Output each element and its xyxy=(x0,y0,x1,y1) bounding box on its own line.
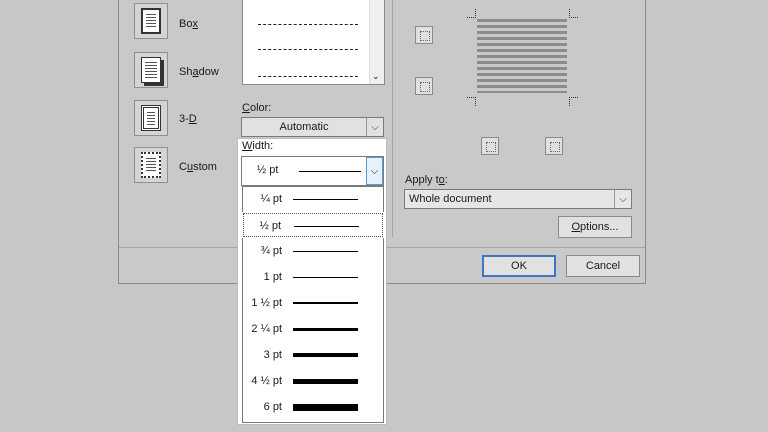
vertical-separator xyxy=(392,0,393,237)
setting-shadow-button[interactable] xyxy=(134,52,168,88)
width-option-line xyxy=(293,328,358,331)
width-option-line xyxy=(293,379,358,384)
preview-corner-bl xyxy=(467,97,476,106)
setting-box-button[interactable] xyxy=(134,3,168,39)
width-option[interactable]: 3 pt xyxy=(243,343,383,367)
ok-button[interactable]: OK xyxy=(482,255,556,277)
width-option-line xyxy=(293,353,358,357)
width-value-line xyxy=(299,171,361,172)
scroll-down-icon[interactable]: ⌄ xyxy=(372,71,380,82)
width-dropdown-value: ½ pt xyxy=(257,164,279,176)
width-option-line xyxy=(294,226,359,227)
width-label: Width: xyxy=(242,140,274,152)
width-option-label: 1 pt xyxy=(263,271,282,283)
width-option-label: ½ pt xyxy=(259,220,281,232)
color-dropdown-value: Automatic xyxy=(279,121,329,133)
width-option[interactable]: ¾ pt xyxy=(243,239,383,263)
width-option[interactable]: 2 ¼ pt xyxy=(243,317,383,341)
style-list[interactable]: ⌄ xyxy=(242,0,385,85)
apply-to-label: Apply to: xyxy=(405,174,448,186)
width-option-label: 2 ¼ pt xyxy=(251,323,282,335)
options-button[interactable]: Options... xyxy=(558,216,632,238)
setting-custom-label[interactable]: Custom xyxy=(179,161,217,173)
width-option-line xyxy=(293,404,358,411)
width-option[interactable]: 1 ½ pt xyxy=(243,291,383,315)
width-option-line xyxy=(293,251,358,252)
left-border-button[interactable] xyxy=(481,137,499,155)
width-dropdown[interactable]: ½ pt ⌵ xyxy=(241,156,384,186)
apply-to-dropdown[interactable]: Whole document ⌵ xyxy=(404,189,632,209)
color-dropdown[interactable]: Automatic ⌵ xyxy=(241,117,384,137)
custom-page-icon xyxy=(141,152,161,178)
style-dash-small-line[interactable] xyxy=(258,49,358,50)
width-option[interactable]: ½ pt xyxy=(242,212,384,238)
width-option-label: 3 pt xyxy=(263,349,282,361)
cancel-button[interactable]: Cancel xyxy=(566,255,640,277)
width-dropdown-list[interactable]: ¼ pt ½ pt ¾ pt 1 pt 1 ½ pt 2 ¼ pt 3 pt 4 ½ pt 6 … xyxy=(242,186,384,423)
width-option-label: ¼ pt xyxy=(260,193,282,205)
width-option[interactable]: 1 pt xyxy=(243,265,383,289)
preview-corner-br xyxy=(569,97,578,106)
style-dashed-line[interactable] xyxy=(258,24,358,25)
width-panel: Width: ½ pt ⌵ ¼ pt ½ pt ¾ pt 1 pt 1 ½ pt 2 ¼ … xyxy=(237,138,387,425)
setting-custom-button[interactable] xyxy=(134,147,168,183)
color-label: Color: xyxy=(242,102,272,114)
box-page-icon xyxy=(141,8,161,34)
width-option-line xyxy=(293,302,358,304)
preview-corner-tl xyxy=(467,9,476,18)
3d-page-icon xyxy=(141,105,161,131)
right-border-button[interactable] xyxy=(545,137,563,155)
width-option[interactable]: 6 pt xyxy=(243,395,383,419)
width-option-line xyxy=(293,199,358,200)
width-option-label: 6 pt xyxy=(263,401,282,413)
preview-page-lines xyxy=(477,19,567,93)
chevron-down-icon[interactable]: ⌵ xyxy=(614,190,631,208)
width-option-label: 4 ½ pt xyxy=(251,375,282,387)
width-option[interactable]: 4 ½ pt xyxy=(243,369,383,393)
width-option[interactable]: ¼ pt xyxy=(243,187,383,211)
setting-shadow-label[interactable]: Shadow xyxy=(179,66,219,78)
chevron-down-icon[interactable]: ⌵ xyxy=(366,118,383,136)
width-option-line xyxy=(293,277,358,278)
shadow-page-icon xyxy=(141,57,161,83)
chevron-down-icon[interactable]: ⌵ xyxy=(366,157,383,185)
apply-to-value: Whole document xyxy=(409,193,492,205)
setting-3d-button[interactable] xyxy=(134,100,168,136)
setting-3d-label[interactable]: 3-D xyxy=(179,113,197,125)
setting-box-label[interactable]: Box xyxy=(179,18,198,30)
style-list-scrollbar[interactable]: ⌄ xyxy=(369,0,384,84)
top-border-button[interactable] xyxy=(415,26,433,44)
width-option-label: 1 ½ pt xyxy=(251,297,282,309)
width-option-label: ¾ pt xyxy=(260,245,282,257)
middle-border-button[interactable] xyxy=(415,77,433,95)
preview-corner-tr xyxy=(569,9,578,18)
style-dash-dot-line[interactable] xyxy=(258,76,358,77)
